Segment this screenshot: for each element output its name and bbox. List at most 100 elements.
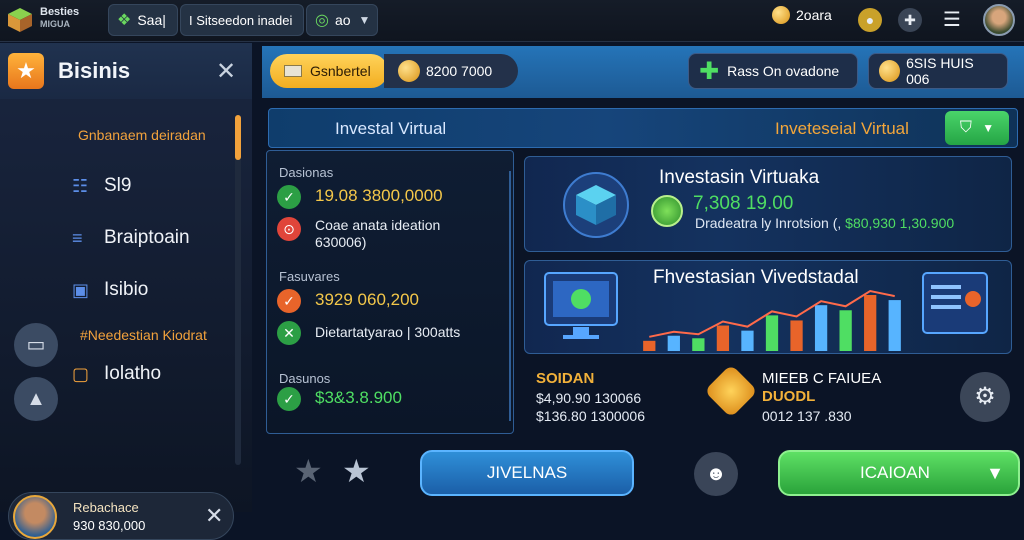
sidebar-item-3[interactable]: ▣ Isibio bbox=[72, 279, 148, 301]
summary-row-2: ⊙ Coae anata ideation 630006) bbox=[277, 217, 440, 251]
summary-label-1: Dasionas bbox=[279, 165, 334, 180]
info-icon[interactable]: ☻ bbox=[694, 452, 738, 496]
chart-bar bbox=[790, 320, 803, 351]
sidebar-item-1[interactable]: ☷ Sl9 bbox=[72, 175, 131, 197]
settings-gear-icon[interactable]: ⚙ bbox=[960, 372, 1010, 422]
brand-name: Besties MIGUA bbox=[40, 6, 79, 30]
confirm-button[interactable]: ICAIOAN ▼ bbox=[778, 450, 1020, 496]
close-icon[interactable]: ✕ bbox=[216, 57, 236, 86]
summary-row-3: ✓ 3929 060,200 bbox=[277, 289, 419, 313]
resource-value: 8200 7000 bbox=[384, 54, 518, 88]
summary-value-3: 3929 060,200 bbox=[315, 290, 419, 309]
chart-bar bbox=[692, 338, 705, 351]
star-logo-icon: ★ bbox=[8, 53, 44, 89]
coin-icon bbox=[772, 6, 790, 24]
sidebar-item-1-label: Sl9 bbox=[104, 175, 132, 196]
user-balance: 930 830,000 bbox=[73, 518, 146, 533]
panel-title-left: Investal Virtual bbox=[335, 119, 447, 138]
action-button-2[interactable]: 6SIS HUIS 006 bbox=[868, 53, 1008, 89]
brand-line1: Besties bbox=[40, 6, 80, 18]
summary-value-2-line1: Coae anata ideation bbox=[315, 217, 441, 233]
sidebar-item-2[interactable]: ≡ Braiptoain bbox=[72, 227, 190, 249]
investment-title: Investasin Virtuaka bbox=[659, 167, 820, 188]
scrollbar-thumb[interactable] bbox=[235, 115, 241, 160]
check-icon: ✓ bbox=[277, 387, 301, 411]
bell-icon[interactable]: ▲ bbox=[14, 377, 58, 421]
action-button-1[interactable]: ✚ Rass On ovadone bbox=[688, 53, 858, 89]
star-icon[interactable]: ★ bbox=[342, 452, 371, 490]
stats-row: SOIDAN $4,90.90 130066 $136.80 1300006 M… bbox=[524, 360, 1018, 438]
resource-bar: Gsnbertel 8200 7000 ✚ Rass On ovadone 6S… bbox=[262, 46, 1024, 98]
top-bar: Besties MIGUA ❖ Saa| I Sitseedon inadei … bbox=[0, 0, 1024, 42]
panel-header: Investal Virtual Inveteseial Virtual ⛉ ▼ bbox=[268, 108, 1018, 148]
sidebar-section-2: #Needestian Kiodrat bbox=[80, 327, 207, 343]
cube-icon bbox=[563, 172, 629, 238]
summary-value-1: 19.08 3800,0000 bbox=[315, 186, 443, 205]
chart-title: Fhvestasian Vivedstadal bbox=[653, 267, 859, 288]
sidebar-header: ★ Bisinis ✕ bbox=[0, 43, 252, 99]
shop-icon[interactable]: ▭ bbox=[14, 323, 58, 367]
ticket-icon bbox=[284, 65, 302, 77]
bottom-bar: ★ ★ JIVELNAS ☻ ICAIOAN ▼ bbox=[262, 444, 1024, 512]
sidebar-scrollbar[interactable] bbox=[235, 115, 241, 465]
check-icon: ✓ bbox=[277, 289, 301, 313]
panel-title-right: Inveteseial Virtual bbox=[775, 119, 909, 138]
investment-subtitle-prefix: Dradeatra ly Inrotsion (, bbox=[695, 215, 846, 231]
sidebar-item-4[interactable]: ▢ Iolatho bbox=[72, 363, 161, 385]
confirm-button-label: ICAIOAN bbox=[860, 463, 930, 482]
coin-balance: 2oara bbox=[772, 6, 832, 24]
resource-value-label: 8200 7000 bbox=[426, 63, 493, 79]
top-dropdown-label: ao bbox=[334, 12, 351, 28]
investment-subtitle-value: $80,930 1,30.900 bbox=[845, 215, 955, 231]
top-tab-2[interactable]: I Sitseedon inadei bbox=[180, 4, 304, 36]
plus-icon: ✚ bbox=[699, 57, 720, 85]
chart-bar bbox=[643, 340, 656, 351]
stats-left-value-2: $136.80 1300006 bbox=[536, 408, 645, 424]
primary-blue-button[interactable]: JIVELNAS bbox=[420, 450, 634, 496]
profile-avatar[interactable] bbox=[983, 4, 1015, 36]
chart-bar bbox=[667, 335, 680, 351]
stats-right-label-2: DUODL bbox=[762, 388, 816, 405]
summary-value-2-line2: 630006) bbox=[315, 234, 367, 250]
refresh-icon: ◎ bbox=[315, 12, 329, 29]
shield-icon: ⛉ bbox=[959, 119, 972, 136]
summary-value-4: Dietartatyarao | 300atts bbox=[315, 324, 461, 340]
chart-bar bbox=[765, 315, 779, 351]
action-button-1-label: Rass On ovadone bbox=[727, 63, 840, 79]
resource-pill[interactable]: Gsnbertel bbox=[270, 54, 388, 88]
sidebar-item-3-label: Isibio bbox=[104, 279, 149, 300]
chart-bar bbox=[839, 310, 852, 351]
hamburger-menu-icon[interactable]: ☰ bbox=[940, 8, 964, 32]
gold-icon bbox=[879, 60, 901, 82]
gear-coin-icon bbox=[651, 195, 683, 227]
summary-row-1: ✓ 19.08 3800,0000 bbox=[277, 185, 443, 209]
top-tab-2-label: I Sitseedon inadei bbox=[189, 12, 293, 28]
chart-card[interactable]: Fhvestasian Vivedstadal bbox=[524, 260, 1012, 354]
cube-logo-icon bbox=[8, 8, 32, 32]
summary-value-5: $3&3.8.900 bbox=[315, 388, 402, 407]
star-icon[interactable]: ★ bbox=[294, 452, 323, 490]
chart-bar bbox=[741, 330, 754, 351]
sidebar-title: Bisinis bbox=[58, 58, 131, 83]
resource-pill-label: Gsnbertel bbox=[310, 63, 371, 79]
top-tab-1[interactable]: ❖ Saa| bbox=[108, 4, 178, 36]
chevron-down-icon: ▼ bbox=[986, 463, 1004, 483]
puzzle-icon[interactable]: ✚ bbox=[898, 8, 922, 32]
investment-subtitle: Dradeatra ly Inrotsion (, $80,930 1,30.9… bbox=[695, 215, 954, 231]
gold-badge-icon bbox=[704, 364, 758, 418]
check-icon: ✓ bbox=[277, 185, 301, 209]
chart-bar bbox=[716, 325, 730, 351]
summary-label-2: Fasuvares bbox=[279, 269, 340, 284]
panel-divider bbox=[509, 171, 511, 421]
brand-line2: MIGUA bbox=[40, 19, 70, 29]
summary-panel: Dasionas ✓ 19.08 3800,0000 ⊙ Coae anata … bbox=[266, 150, 514, 434]
investment-amount: 7,308 19.00 bbox=[693, 193, 794, 214]
user-card[interactable]: Rebachace 930 830,000 ✕ bbox=[8, 492, 234, 540]
investment-card[interactable]: Investasin Virtuaka 7,308 19.00 Dradeatr… bbox=[524, 156, 1012, 252]
stats-right-value: 0012 137 .830 bbox=[762, 408, 852, 424]
dashboard-icon bbox=[922, 272, 988, 334]
panel-dropdown-button[interactable]: ⛉ ▼ bbox=[945, 111, 1009, 145]
close-icon[interactable]: ✕ bbox=[205, 503, 223, 529]
notification-icon[interactable]: ● bbox=[858, 8, 882, 32]
top-dropdown[interactable]: ◎ ao ▼ bbox=[306, 4, 378, 36]
